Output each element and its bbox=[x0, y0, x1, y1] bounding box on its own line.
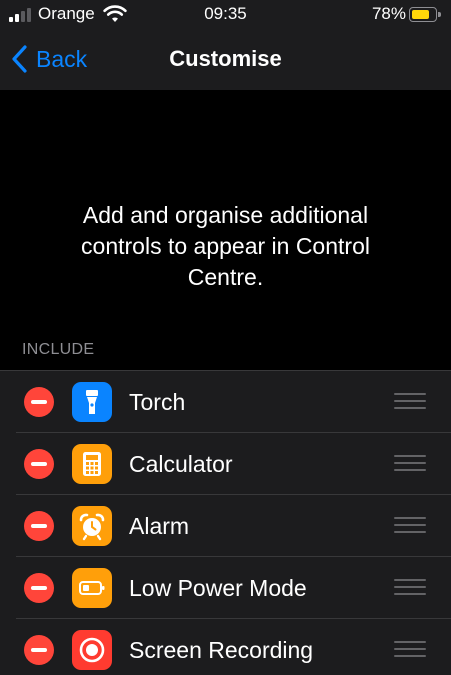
include-list: Torch Calculator Alarm Low Power Mode Sc… bbox=[0, 370, 451, 675]
list-item-label: Torch bbox=[129, 389, 186, 415]
torch-icon bbox=[72, 382, 112, 422]
list-item-label: Screen Recording bbox=[129, 637, 314, 663]
reorder-handle-icon[interactable] bbox=[394, 517, 426, 535]
navigation-bar: Back Customise bbox=[0, 30, 451, 90]
remove-button[interactable] bbox=[24, 635, 54, 665]
list-item-label: Low Power Mode bbox=[129, 575, 307, 601]
reorder-handle-icon[interactable] bbox=[394, 455, 426, 473]
reorder-handle-icon[interactable] bbox=[394, 641, 426, 659]
list-item-screen-recording: Screen Recording bbox=[0, 619, 451, 675]
list-item-low-power-mode: Low Power Mode bbox=[0, 557, 451, 619]
top-bar: Orange 09:35 78% Back Customise bbox=[0, 0, 451, 90]
reorder-handle-icon[interactable] bbox=[394, 579, 426, 597]
screen: Orange 09:35 78% Back Customise Add and … bbox=[0, 0, 451, 675]
description-text: Add and organise additional controls to … bbox=[81, 202, 370, 290]
list-item-alarm: Alarm bbox=[0, 495, 451, 557]
list-item-label: Calculator bbox=[129, 451, 233, 477]
calculator-icon bbox=[72, 444, 112, 484]
page-title: Customise bbox=[169, 46, 282, 71]
remove-button[interactable] bbox=[24, 449, 54, 479]
list-item-label: Alarm bbox=[129, 513, 190, 539]
remove-button[interactable] bbox=[24, 573, 54, 603]
list-item-torch: Torch bbox=[0, 371, 451, 433]
section-header-include: INCLUDE bbox=[22, 341, 95, 358]
battery-icon bbox=[409, 7, 441, 22]
reorder-handle-icon[interactable] bbox=[394, 393, 426, 411]
remove-button[interactable] bbox=[24, 387, 54, 417]
record-icon bbox=[72, 630, 112, 670]
alarm-icon bbox=[72, 506, 112, 546]
status-bar: Orange 09:35 78% bbox=[0, 0, 451, 30]
remove-button[interactable] bbox=[24, 511, 54, 541]
list-item-calculator: Calculator bbox=[0, 433, 451, 495]
battery-icon bbox=[72, 568, 112, 608]
battery-percentage: 78% bbox=[371, 4, 406, 23]
